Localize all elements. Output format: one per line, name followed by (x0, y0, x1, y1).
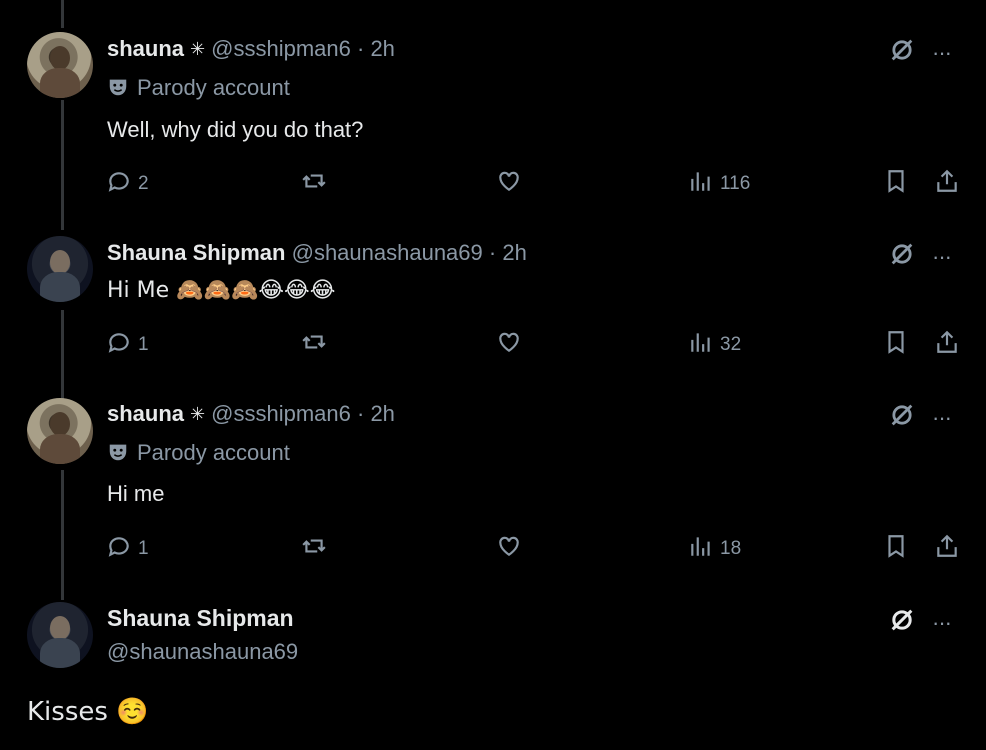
handle[interactable]: @ssshipman6 (211, 36, 351, 61)
view-count: 32 (720, 334, 742, 355)
asterisk-badge-icon: ✳ (190, 39, 206, 59)
speech-bubble-icon (106, 329, 132, 361)
share-button[interactable] (934, 329, 960, 361)
handle[interactable]: @shaunashauna69 (292, 240, 483, 265)
theater-mask-icon (107, 441, 129, 463)
share-icon (934, 329, 960, 361)
reply-count: 2 (138, 173, 149, 194)
avatar[interactable] (27, 236, 93, 302)
separator-dot: · (356, 36, 365, 61)
ellipsis-icon[interactable]: ··· (932, 610, 952, 636)
avatar[interactable] (27, 602, 93, 668)
heart-icon (496, 533, 522, 565)
retweet-button[interactable] (301, 168, 333, 200)
thread-line (61, 470, 64, 600)
timestamp[interactable]: 2h (370, 401, 394, 426)
share-button[interactable] (934, 168, 960, 200)
like-button[interactable] (496, 533, 528, 565)
parody-label-text: Parody account (137, 440, 290, 465)
reply-button[interactable]: 1 (106, 533, 149, 565)
tweet-top-actions: ··· (888, 240, 952, 273)
parody-label: Parody account (107, 75, 290, 101)
bookmark-button[interactable] (883, 533, 909, 565)
avatar[interactable] (27, 398, 93, 464)
bookmark-icon (883, 329, 909, 361)
speech-bubble-icon (106, 168, 132, 200)
bookmark-button[interactable] (883, 168, 909, 200)
bookmark-button[interactable] (883, 329, 909, 361)
parody-label: Parody account (107, 440, 290, 466)
tweet-top-actions: ··· (888, 606, 952, 639)
heart-icon (496, 329, 522, 361)
grok-icon[interactable] (888, 606, 916, 639)
display-name[interactable]: shauna (107, 401, 184, 426)
grok-icon[interactable] (888, 36, 916, 69)
parody-label-text: Parody account (137, 75, 290, 100)
tweet-actions: 2 116 (106, 168, 966, 198)
theater-mask-icon (107, 76, 129, 98)
timestamp[interactable]: 2h (502, 240, 526, 265)
views-button[interactable]: 18 (688, 533, 741, 565)
handle[interactable]: @ssshipman6 (211, 401, 351, 426)
handle[interactable]: @shaunashauna69 (107, 639, 298, 665)
thread-line (61, 0, 64, 28)
tweet-header: Shauna Shipman @shaunashauna69 · 2h (107, 240, 527, 266)
bar-chart-icon (688, 168, 714, 200)
speech-bubble-icon (106, 533, 132, 565)
share-icon (934, 533, 960, 565)
tweet-text: Kisses ☺️ (27, 697, 149, 727)
ellipsis-icon[interactable]: ··· (932, 244, 952, 270)
tweet-actions: 1 32 (106, 329, 966, 359)
view-count: 18 (720, 538, 742, 559)
bookmark-icon (883, 168, 909, 200)
retweet-icon (301, 168, 327, 200)
views-button[interactable]: 32 (688, 329, 741, 361)
heart-icon (496, 168, 522, 200)
reply-button[interactable]: 2 (106, 168, 149, 200)
thread-line (61, 100, 64, 230)
bar-chart-icon (688, 329, 714, 361)
retweet-icon (301, 533, 327, 565)
timestamp[interactable]: 2h (370, 36, 394, 61)
tweet-top-actions: ··· (888, 36, 952, 69)
tweet-actions: 1 18 (106, 533, 966, 563)
bar-chart-icon (688, 533, 714, 565)
reply-count: 1 (138, 334, 149, 355)
separator-dot: · (488, 240, 497, 265)
like-button[interactable] (496, 329, 528, 361)
reply-button[interactable]: 1 (106, 329, 149, 361)
tweet-header: shauna ✳ @ssshipman6 · 2h (107, 401, 395, 427)
bookmark-icon (883, 533, 909, 565)
grok-icon[interactable] (888, 240, 916, 273)
avatar[interactable] (27, 32, 93, 98)
like-button[interactable] (496, 168, 528, 200)
separator-dot: · (356, 401, 365, 426)
tweet-text: Well, why did you do that? (107, 117, 364, 142)
retweet-button[interactable] (301, 533, 333, 565)
display-name[interactable]: shauna (107, 36, 184, 61)
asterisk-badge-icon: ✳ (190, 404, 206, 424)
share-button[interactable] (934, 533, 960, 565)
tweet-text: Hi Me 🙈🙈🙈😂😂😂 (107, 278, 336, 303)
retweet-icon (301, 329, 327, 361)
tweet-top-actions: ··· (888, 401, 952, 434)
retweet-button[interactable] (301, 329, 333, 361)
reply-count: 1 (138, 538, 149, 559)
view-count: 116 (720, 173, 751, 194)
ellipsis-icon[interactable]: ··· (932, 40, 952, 66)
share-icon (934, 168, 960, 200)
grok-icon[interactable] (888, 401, 916, 434)
tweet-text: Hi me (107, 481, 165, 506)
display-name[interactable]: Shauna Shipman (107, 605, 294, 632)
tweet-header: shauna ✳ @ssshipman6 · 2h (107, 36, 395, 62)
display-name[interactable]: Shauna Shipman (107, 240, 285, 265)
ellipsis-icon[interactable]: ··· (932, 405, 952, 431)
thread-line (61, 310, 64, 400)
views-button[interactable]: 116 (688, 168, 750, 200)
